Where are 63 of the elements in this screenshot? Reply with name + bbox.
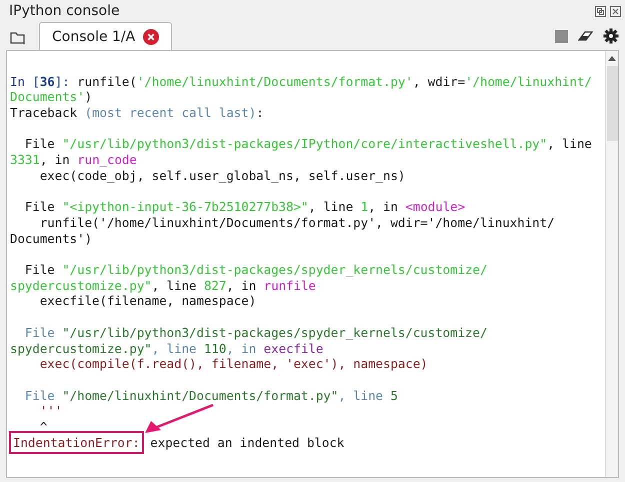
console-text: : (256, 105, 264, 120)
close-icon[interactable] (143, 29, 160, 45)
console-text: "/usr/lib/python3/dist-packages/spyder_kernels/customize/ (62, 262, 488, 278)
console-text: 110 (204, 340, 226, 356)
console-text: File (24, 262, 56, 278)
console-text: '/home/linuxhint/ (465, 74, 592, 89)
console-text: , in (226, 340, 258, 356)
console-text: 1 (360, 199, 368, 214)
console-text: , line (338, 388, 384, 403)
console-text: runfile( (77, 74, 137, 89)
pane-title: IPython console (9, 2, 120, 20)
gear-icon[interactable] (603, 28, 619, 44)
console-text: 827 (204, 278, 226, 293)
console-text: "/usr/lib/python3/dist-packages/IPython/core/interactiveshell.py" (62, 136, 548, 152)
console-text: execfile (264, 340, 324, 356)
console-text: , wdir= (412, 74, 466, 89)
console-text: , line (547, 136, 592, 152)
console-text: , in (368, 199, 399, 214)
console-text: spydercustomize.py" (10, 340, 152, 356)
console-text: 5 (390, 388, 398, 403)
console-text: "/usr/lib/python3/dist-packages/spyder_kernels/customize/ (62, 324, 488, 340)
console-text: , in (40, 152, 71, 168)
console-text: , line (152, 278, 198, 293)
console-text: ) (84, 89, 92, 104)
console-text: expected an indented block (149, 434, 344, 450)
console-text: execfile(filename, namespace) (38, 293, 256, 308)
console-text: runfile (264, 278, 316, 293)
console-text: 3331 (10, 152, 40, 168)
stop-icon[interactable] (555, 30, 568, 42)
scrollbar-thumb[interactable] (606, 66, 618, 141)
console-text: 36 (40, 74, 55, 89)
folder-icon[interactable] (10, 31, 26, 45)
console-text: exec(compile(f.read(), filename, 'exec'), namespace) (38, 356, 428, 372)
eraser-icon[interactable] (578, 30, 593, 42)
console-text: Documents' (10, 89, 85, 104)
console-text: Documents') (10, 230, 92, 246)
console-text: File (24, 199, 56, 214)
console-text: spydercustomize.py" (10, 278, 152, 293)
console-text: , in (226, 278, 258, 293)
console-text: ^ (38, 419, 48, 434)
console-text: , line (152, 340, 198, 356)
console-text: runfile('/home/linuxhint/Documents/format.py', wdir='/home/linuxhint/ (38, 214, 555, 230)
console-text: ]: (54, 74, 71, 89)
console-text: , line (308, 199, 354, 214)
console-text: <module> (405, 199, 466, 214)
console-text: File (24, 324, 56, 340)
console-text: run_code (77, 152, 137, 168)
console-text: "/home/linuxhint/Documents/format.py" (62, 388, 338, 403)
undock-icon[interactable] (595, 6, 606, 16)
close-icon[interactable] (610, 6, 621, 16)
scrollbar[interactable] (605, 51, 618, 477)
console-text: ''' (38, 403, 62, 418)
annotation-arrow (143, 404, 215, 434)
console-text: "<ipython-input-36-7b2510277b38>" (62, 199, 308, 214)
console-text: File (24, 388, 56, 403)
console-text: Traceback (10, 105, 78, 120)
console-text: File (24, 136, 56, 152)
console-text: exec(code_obj, self.user_global_ns, self.user_ns) (38, 168, 406, 183)
console-text: In [ (10, 74, 40, 89)
console-text: (most recent call last) (84, 105, 256, 120)
console-text: '/home/linuxhint/Documents/format.py' (136, 74, 413, 89)
scroll-up-icon[interactable] (608, 56, 616, 61)
console-tab[interactable]: Console 1/A (39, 22, 172, 51)
